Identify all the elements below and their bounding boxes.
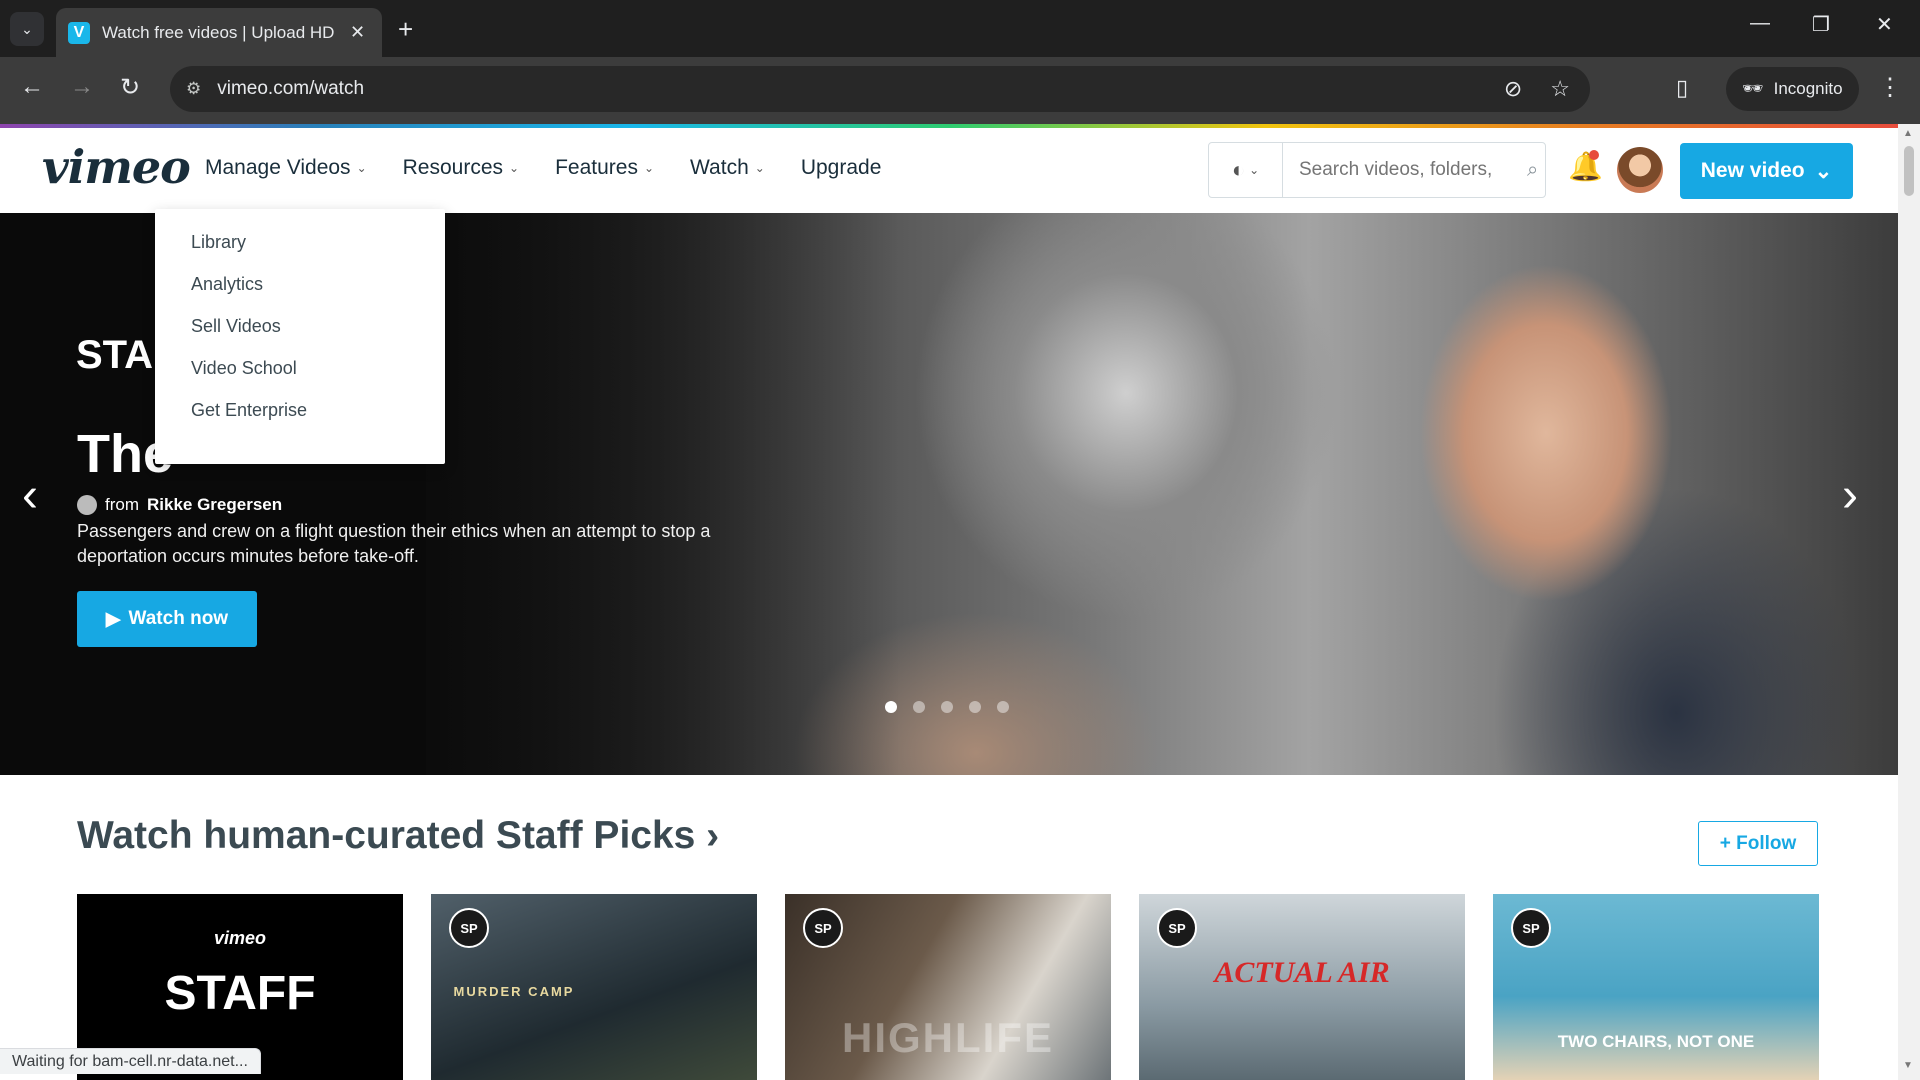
staff-pick-badge: SP (803, 908, 843, 948)
nav-resources[interactable]: Resources ⌄ (403, 156, 519, 180)
minimize-icon[interactable]: — (1750, 12, 1770, 35)
hero-byline: from Rikke Gregersen (77, 495, 282, 515)
staff-pick-badge: SP (1511, 908, 1551, 948)
staff-pick-badge: SP (449, 908, 489, 948)
page-content: vimeo Manage Videos ⌄ Resources ⌄ Featur… (0, 124, 1898, 1080)
hero-overlay (0, 213, 900, 775)
nav-watch[interactable]: Watch ⌄ (690, 156, 765, 180)
thumb-text: HIGHLIFE (842, 1014, 1054, 1061)
main-nav: Manage Videos ⌄ Resources ⌄ Features ⌄ W… (205, 156, 881, 180)
manage-videos-dropdown: Library Analytics Sell Videos Video Scho… (155, 209, 445, 464)
back-icon[interactable]: ← (20, 73, 44, 101)
dropdown-item-analytics[interactable]: Analytics (155, 263, 445, 305)
url-text[interactable]: vimeo.com/watch (217, 78, 364, 100)
site-header: vimeo Manage Videos ⌄ Resources ⌄ Featur… (0, 128, 1898, 213)
nav-label: Resources (402, 156, 504, 179)
vimeo-logo[interactable]: vimeo (42, 140, 191, 194)
author-avatar (77, 495, 97, 515)
globe-icon: ◐ (1231, 157, 1246, 182)
thumb-text: MURDER CAMP (453, 984, 575, 999)
nav-label: Upgrade (800, 156, 882, 179)
search-input[interactable] (1299, 159, 1519, 181)
nav-label: Watch (690, 156, 749, 179)
thumb-subtext: vimeo (213, 928, 267, 948)
nav-label: Features (555, 156, 638, 179)
nav-manage-videos[interactable]: Manage Videos ⌄ (205, 156, 367, 180)
author-link[interactable]: Rikke Gregersen (147, 495, 282, 515)
incognito-badge[interactable]: 🕶 Incognito (1726, 67, 1859, 111)
status-bar: Waiting for bam-cell.nr-data.net... (0, 1048, 261, 1074)
thumb-text: TWO CHAIRS, NOT ONE (1557, 1032, 1755, 1051)
browser-tab[interactable]: V Watch free videos | Upload HD ✕ (56, 8, 382, 57)
play-icon: ▶ (105, 608, 121, 630)
address-bar: ← → ↻ ⚙ vimeo.com/watch ⊘ ☆ ▯ 🕶 Incognit… (0, 57, 1920, 124)
carousel-dots (885, 701, 1009, 713)
carousel-dot[interactable] (997, 701, 1009, 713)
side-panel-icon[interactable]: ▯ (1676, 75, 1688, 101)
incognito-icon: 🕶 (1742, 79, 1764, 98)
plus-icon[interactable]: + (398, 14, 413, 45)
search-icon[interactable]: ⌕ (1527, 159, 1538, 182)
vimeo-favicon-icon: V (68, 21, 90, 44)
video-thumbnail[interactable]: SP MURDER CAMP (431, 894, 757, 1080)
browser-tab-bar: ⌄ V Watch free videos | Upload HD ✕ + — … (0, 0, 1920, 57)
chevron-down-icon: ⌄ (754, 161, 765, 175)
chevron-down-icon: ⌄ (1814, 159, 1833, 183)
carousel-dot[interactable] (885, 701, 897, 713)
scrollbar-thumb[interactable] (1904, 146, 1914, 196)
byline-prefix: from (105, 495, 139, 514)
dropdown-item-video-school[interactable]: Video School (155, 347, 445, 389)
video-thumbnail[interactable]: SP ACTUAL AIR (1139, 894, 1465, 1080)
thumb-text: STAFF (164, 967, 316, 1020)
section-title[interactable]: Watch human-curated Staff Picks › (77, 814, 719, 858)
incognito-label: Incognito (1773, 79, 1843, 98)
carousel-dot[interactable] (969, 701, 981, 713)
chevron-down-icon: ⌄ (356, 161, 367, 175)
eye-off-icon[interactable]: ⊘ (1504, 76, 1522, 102)
video-thumbnail[interactable]: SP HIGHLIFE (785, 894, 1111, 1080)
watch-now-label: Watch now (128, 608, 229, 629)
chevron-down-icon: ⌄ (1249, 163, 1260, 177)
dropdown-item-sell-videos[interactable]: Sell Videos (155, 305, 445, 347)
tab-title: Watch free videos | Upload HD (102, 22, 335, 42)
dropdown-item-library[interactable]: Library (155, 221, 445, 263)
page-scrollbar[interactable]: ▲ ▼ (1898, 124, 1920, 1080)
dropdown-item-get-enterprise[interactable]: Get Enterprise (155, 389, 445, 431)
staff-picks-row: vimeo STAFF SP MURDER CAMP SP HIGHLIFE S… (77, 894, 1819, 1080)
hero-description: Passengers and crew on a flight question… (77, 521, 711, 566)
window-close-icon[interactable]: ✕ (1876, 12, 1893, 37)
follow-button[interactable]: + Follow (1698, 821, 1818, 866)
nav-upgrade[interactable]: Upgrade (801, 156, 882, 180)
new-video-label: New video (1700, 159, 1805, 182)
omnibox[interactable]: ⚙ vimeo.com/watch ⊘ ☆ (170, 66, 1590, 112)
avatar[interactable] (1617, 147, 1663, 193)
site-info-icon[interactable]: ⚙ (186, 79, 201, 99)
notification-dot (1589, 150, 1599, 160)
close-icon[interactable]: ✕ (350, 22, 365, 43)
reload-icon[interactable]: ↻ (120, 73, 140, 102)
chevron-down-icon: ⌄ (643, 161, 655, 175)
scroll-up-icon[interactable]: ▲ (1903, 128, 1913, 139)
carousel-dot[interactable] (941, 701, 953, 713)
nav-label: Manage Videos (205, 156, 351, 179)
tab-search-icon[interactable]: ⌄ (10, 12, 44, 46)
scroll-down-icon[interactable]: ▼ (1903, 1060, 1913, 1071)
thumb-text: ACTUAL AIR (1214, 956, 1390, 989)
carousel-dot[interactable] (913, 701, 925, 713)
omnibox-actions: ⊘ ☆ (1504, 76, 1570, 102)
new-video-button[interactable]: New video ⌄ (1680, 143, 1853, 199)
forward-icon[interactable]: → (70, 73, 94, 101)
nav-features[interactable]: Features ⌄ (555, 156, 654, 180)
chevron-right-icon[interactable]: › (1842, 468, 1858, 523)
menu-icon[interactable]: ⋮ (1878, 73, 1902, 102)
star-icon[interactable]: ☆ (1550, 76, 1570, 102)
chevron-left-icon[interactable]: ‹ (22, 468, 38, 523)
restore-icon[interactable]: ❐ (1812, 12, 1830, 37)
staff-pick-badge: SP (1157, 908, 1197, 948)
search-box: ◐ ⌄ ⌕ (1208, 142, 1546, 198)
video-thumbnail[interactable]: SP TWO CHAIRS, NOT ONE (1493, 894, 1819, 1080)
search-scope-selector[interactable]: ◐ ⌄ (1209, 143, 1283, 197)
chevron-down-icon: ⌄ (509, 161, 520, 175)
watch-now-button[interactable]: ▶ Watch now (77, 591, 257, 647)
